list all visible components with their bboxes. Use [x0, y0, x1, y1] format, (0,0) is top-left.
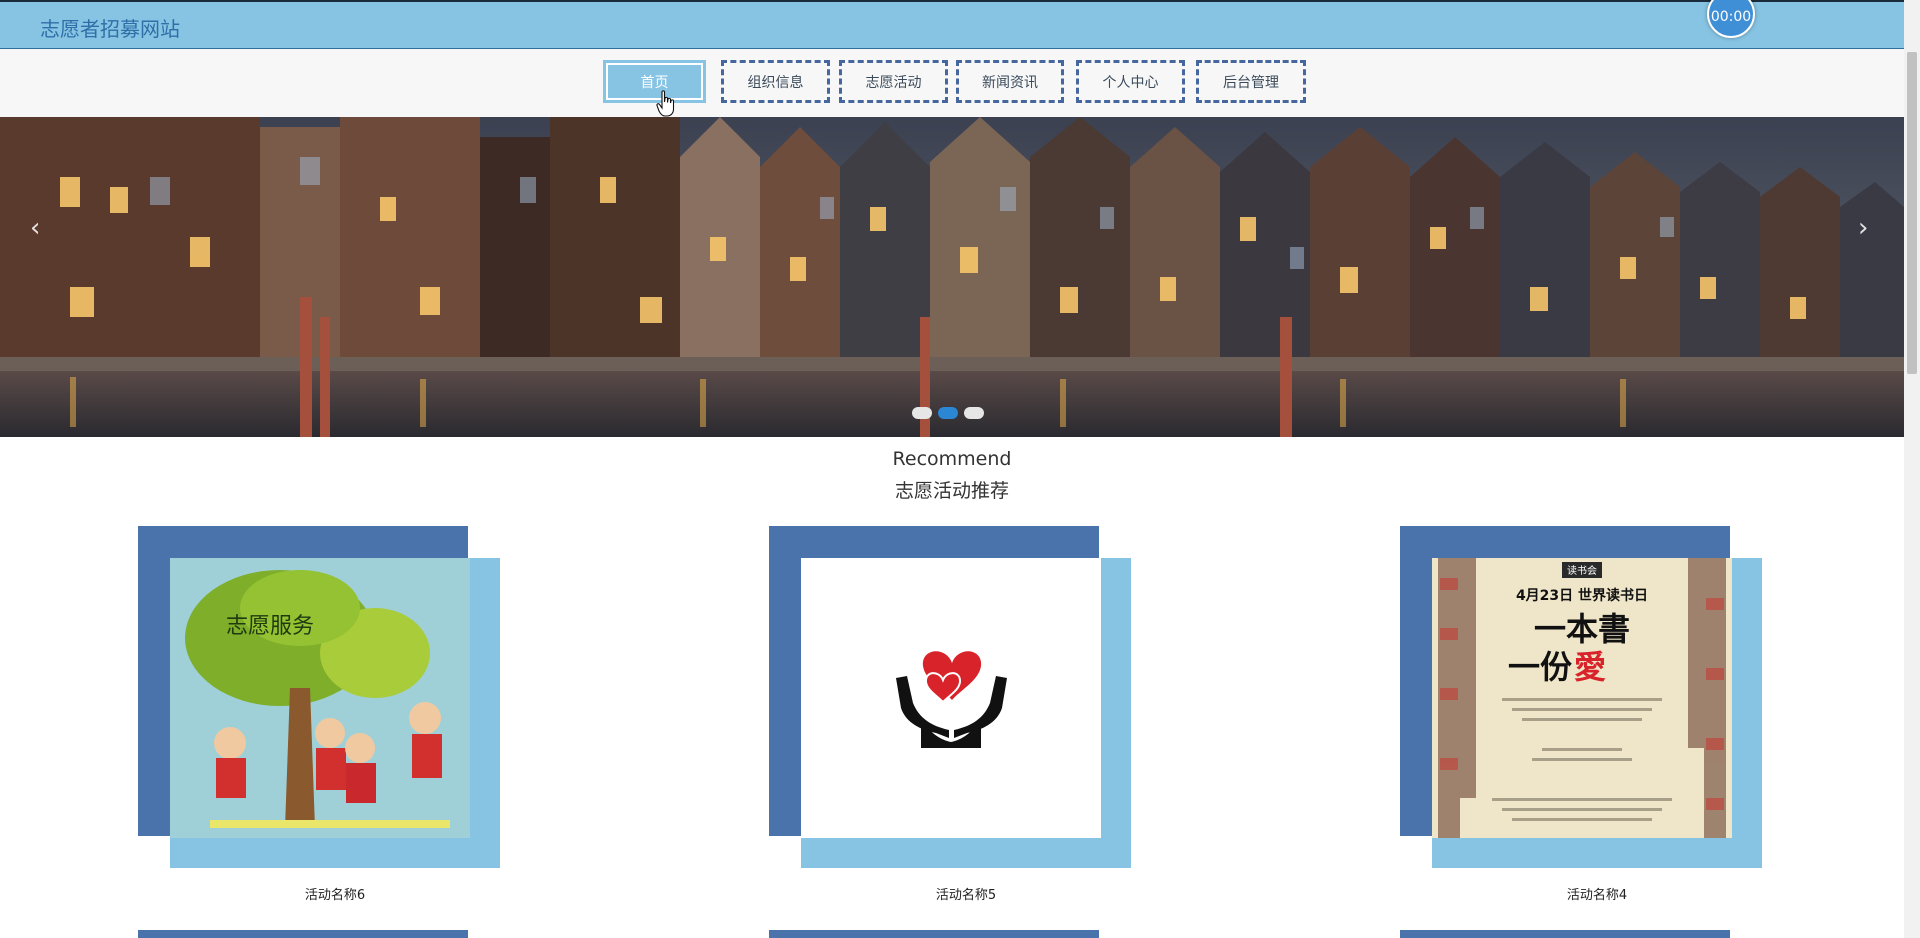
page-scrollbar[interactable]: [1904, 0, 1920, 938]
top-bar: 志愿者招募网站: [0, 0, 1904, 49]
activity-name[interactable]: 活动名称6: [170, 884, 500, 903]
activity-card-next-row: [769, 930, 1099, 938]
poster-title-line1: 一本書: [1534, 610, 1630, 648]
main-nav: 首页 组织信息 志愿活动 新闻资讯 个人中心 后台管理: [0, 49, 1904, 117]
hand-cursor-icon: [656, 90, 675, 117]
activity-card[interactable]: 读书会 4月23日 世界读书日 一本書 一份 愛: [1400, 526, 1763, 868]
activity-image[interactable]: 志愿服务: [170, 558, 470, 838]
activity-name[interactable]: 活动名称5: [801, 884, 1131, 903]
carousel-dot-3[interactable]: [964, 407, 984, 419]
activity-image[interactable]: [801, 558, 1101, 838]
nav-home[interactable]: 首页: [603, 60, 706, 103]
scrollbar-thumb[interactable]: [1907, 52, 1917, 374]
banner-carousel[interactable]: ‹ ›: [0, 117, 1904, 437]
poster-date: 4月23日 世界读书日: [1516, 587, 1648, 604]
activity-card[interactable]: 志愿服务: [138, 526, 501, 868]
activity-card-next-row: [138, 930, 468, 938]
carousel-prev-icon[interactable]: ‹: [30, 213, 40, 243]
activity-name[interactable]: 活动名称4: [1432, 884, 1762, 903]
section-title-en: Recommend: [892, 448, 1012, 470]
carousel-next-icon[interactable]: ›: [1858, 213, 1868, 243]
activity-image-label: 志愿服务: [226, 614, 314, 639]
carousel-dot-1[interactable]: [912, 407, 932, 419]
site-title[interactable]: 志愿者招募网站: [40, 13, 180, 42]
carousel-indicators: [912, 407, 984, 419]
section-title-cn: 志愿活动推荐: [894, 480, 1009, 502]
carousel-dot-2[interactable]: [938, 407, 958, 419]
nav-activities[interactable]: 志愿活动: [839, 60, 948, 103]
activity-card[interactable]: [769, 526, 1132, 868]
poster-title-line2b: 愛: [1574, 648, 1606, 686]
nav-organization[interactable]: 组织信息: [721, 60, 830, 103]
activity-card-next-row: [1400, 930, 1730, 938]
nav-news[interactable]: 新闻资讯: [956, 60, 1064, 103]
nav-admin[interactable]: 后台管理: [1196, 60, 1306, 103]
activity-image[interactable]: 读书会 4月23日 世界读书日 一本書 一份 愛: [1432, 558, 1732, 838]
banner-image: [0, 117, 1904, 437]
poster-badge: 读书会: [1567, 564, 1597, 577]
poster-title-line2a: 一份: [1508, 648, 1572, 686]
nav-personal-center[interactable]: 个人中心: [1076, 60, 1185, 103]
